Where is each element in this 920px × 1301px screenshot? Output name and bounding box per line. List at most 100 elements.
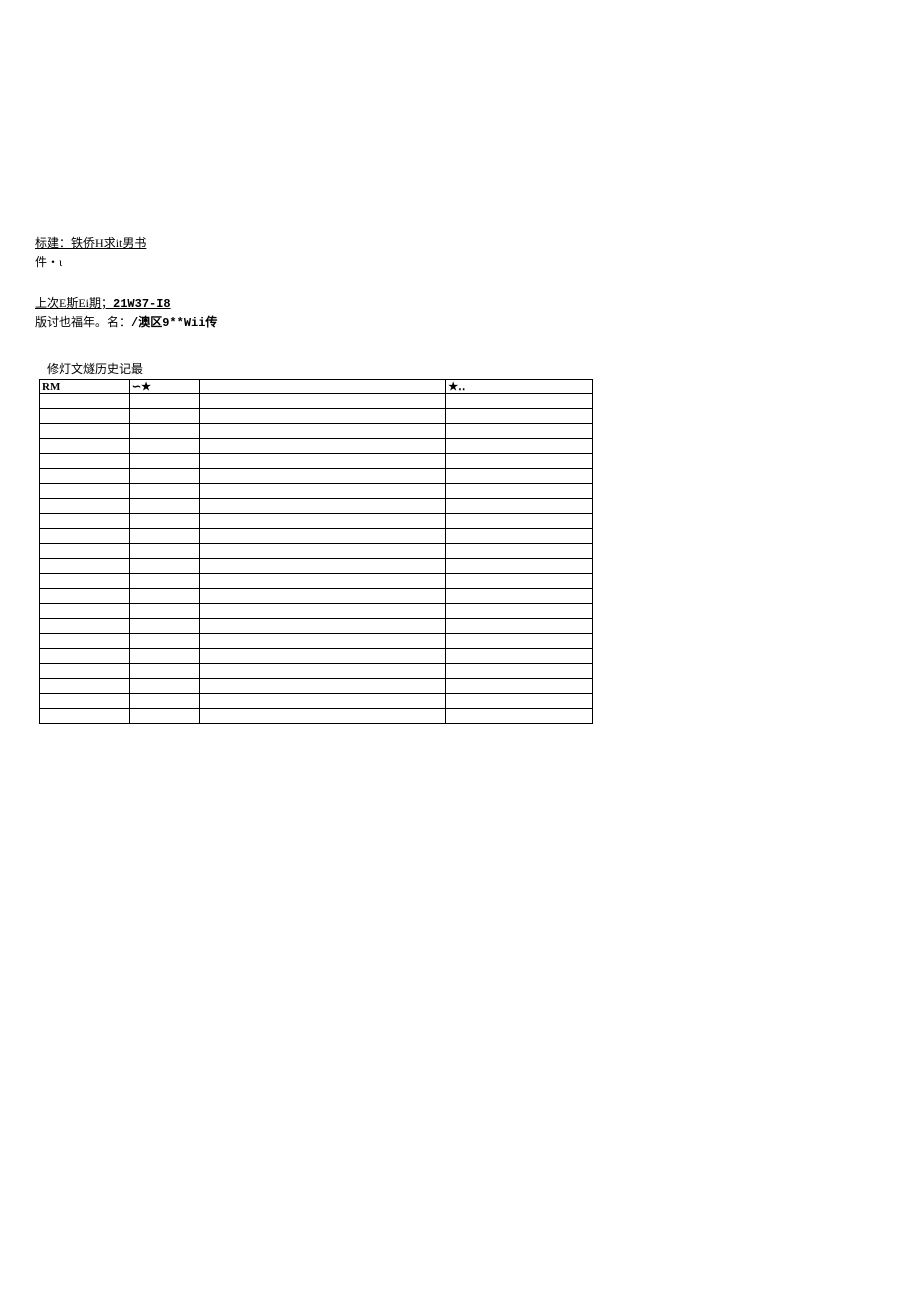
table-row [40, 694, 593, 709]
table-cell [40, 514, 130, 529]
table-cell [199, 679, 445, 694]
table-cell [199, 439, 445, 454]
table-cell [199, 709, 445, 724]
table-row [40, 409, 593, 424]
document-page: 标建：铁侨H求it男书 件・ι 上次E斯Ei期；21W37-I8 版讨也福年。名… [0, 0, 920, 724]
date-label: 上次E斯Ei期 [35, 296, 101, 310]
table-cell [40, 544, 130, 559]
table-cell [199, 619, 445, 634]
table-cell [40, 604, 130, 619]
table-header-c3 [199, 380, 445, 394]
table-cell [446, 574, 593, 589]
table-cell [199, 589, 445, 604]
subtitle-line: 件・ι [35, 254, 885, 271]
table-row [40, 484, 593, 499]
table-cell [446, 394, 593, 409]
table-row [40, 649, 593, 664]
table-row [40, 559, 593, 574]
table-cell [40, 529, 130, 544]
version-line: 版讨也福年。名：/澳区9**Wii传 [35, 314, 885, 332]
title-line: 标建：铁侨H求it男书 [35, 235, 885, 252]
table-row [40, 499, 593, 514]
table-cell [199, 484, 445, 499]
table-cell [129, 664, 199, 679]
table-cell [446, 469, 593, 484]
version-value: /澳区9**Wii传 [131, 316, 217, 330]
table-cell [40, 484, 130, 499]
title-value: 铁侨H求it男书 [71, 236, 146, 250]
table-cell [199, 469, 445, 484]
table-row [40, 574, 593, 589]
table-row [40, 709, 593, 724]
table-cell [40, 469, 130, 484]
table-cell [40, 679, 130, 694]
table-cell [199, 634, 445, 649]
table-cell [446, 499, 593, 514]
table-row [40, 394, 593, 409]
table-cell [199, 604, 445, 619]
table-cell [129, 394, 199, 409]
table-cell [129, 619, 199, 634]
table-cell [199, 394, 445, 409]
table-cell [199, 499, 445, 514]
table-cell [199, 544, 445, 559]
table-row [40, 634, 593, 649]
table-cell [40, 589, 130, 604]
table-cell [129, 709, 199, 724]
table-cell [129, 424, 199, 439]
table-cell [129, 484, 199, 499]
table-cell [129, 499, 199, 514]
table-cell [199, 664, 445, 679]
table-cell [199, 409, 445, 424]
table-cell [40, 424, 130, 439]
table-row [40, 469, 593, 484]
table-cell [129, 514, 199, 529]
table-cell [129, 439, 199, 454]
table-cell [129, 694, 199, 709]
table-row [40, 454, 593, 469]
table-cell [129, 469, 199, 484]
table-cell [446, 439, 593, 454]
table-row [40, 679, 593, 694]
table-cell [129, 559, 199, 574]
table-cell [199, 424, 445, 439]
table-cell [40, 619, 130, 634]
table-cell [40, 454, 130, 469]
table-cell [129, 589, 199, 604]
table-cell [446, 619, 593, 634]
table-header-c2: ∽★ [129, 380, 199, 394]
table-cell [199, 454, 445, 469]
table-header-c4: ★‥ [446, 380, 593, 394]
table-cell [446, 514, 593, 529]
table-cell [129, 604, 199, 619]
table-cell [446, 664, 593, 679]
table-cell [129, 634, 199, 649]
table-header-c1: RM [40, 380, 130, 394]
table-cell [40, 499, 130, 514]
table-cell [446, 484, 593, 499]
table-cell [129, 649, 199, 664]
table-cell [129, 454, 199, 469]
title-label: 标建 [35, 236, 59, 250]
table-cell [446, 544, 593, 559]
table-cell [446, 409, 593, 424]
table-cell [446, 454, 593, 469]
table-cell [40, 649, 130, 664]
date-line: 上次E斯Ei期；21W37-I8 [35, 295, 885, 313]
table-cell [446, 559, 593, 574]
table-cell [129, 679, 199, 694]
table-cell [446, 649, 593, 664]
table-cell [40, 634, 130, 649]
table-cell [129, 409, 199, 424]
table-cell [199, 694, 445, 709]
table-cell [446, 589, 593, 604]
table-row [40, 589, 593, 604]
table-cell [40, 694, 130, 709]
table-row [40, 424, 593, 439]
table-row [40, 604, 593, 619]
version-label: 版讨也福年。名： [35, 315, 131, 329]
table-row [40, 544, 593, 559]
table-cell [199, 649, 445, 664]
table-cell [40, 409, 130, 424]
table-row [40, 529, 593, 544]
